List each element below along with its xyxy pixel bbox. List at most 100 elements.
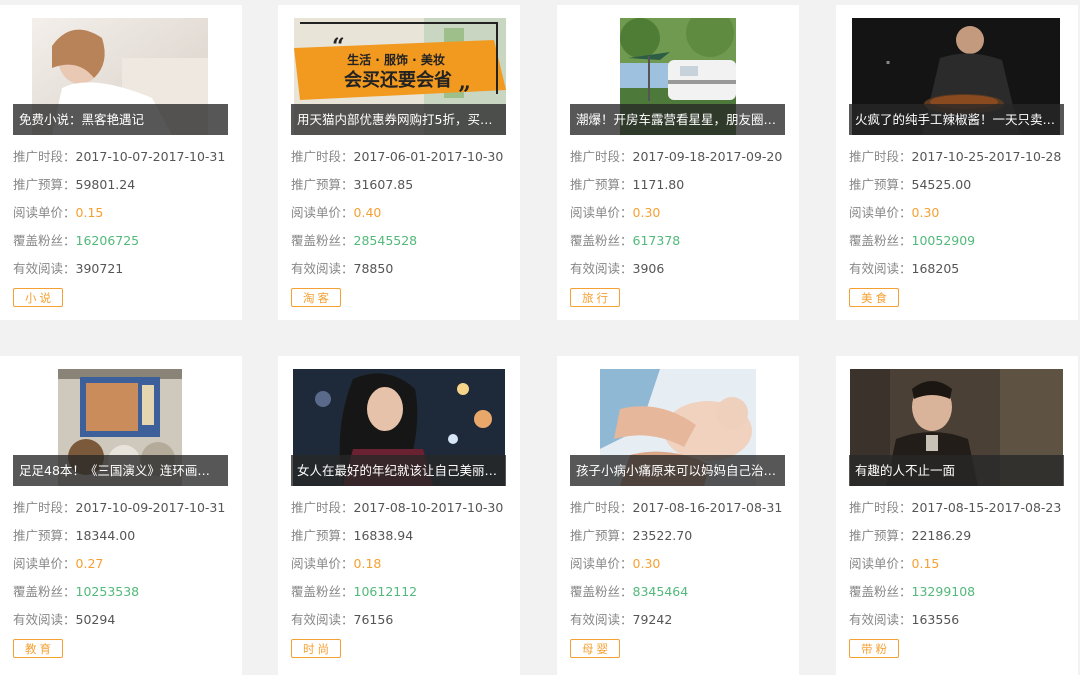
stat-label: 推广预算： <box>570 177 633 192</box>
stat-label: 覆盖粉丝： <box>570 233 633 248</box>
stat-value: 2017-10-09-2017-10-31 <box>75 500 226 515</box>
stat-value: 79242 <box>632 612 673 627</box>
card-stats: 推广时段：2017-08-10-2017-10-30 推广预算：16838.94… <box>291 494 516 634</box>
stat-value: 0.30 <box>632 205 661 220</box>
stat-label: 推广预算： <box>570 528 633 543</box>
stat-unit-price: 阅读单价：0.30 <box>570 199 795 227</box>
stat-value: 2017-10-07-2017-10-31 <box>75 149 226 164</box>
stat-reads: 有效阅读：168205 <box>849 255 1074 283</box>
stat-period: 推广时段：2017-09-18-2017-09-20 <box>570 143 795 171</box>
stat-label: 有效阅读： <box>849 612 912 627</box>
card-title[interactable]: 有趣的人不止一面 <box>849 455 1064 486</box>
stat-label: 覆盖粉丝： <box>849 233 912 248</box>
campaign-card[interactable]: ▪ 火疯了的纯手工辣椒酱！一天只卖5… 推广时段：2017-10-25-2017… <box>836 5 1078 320</box>
stat-period: 推广时段：2017-08-16-2017-08-31 <box>570 494 795 522</box>
stat-unit-price: 阅读单价：0.30 <box>849 199 1074 227</box>
stat-value: 18344.00 <box>75 528 136 543</box>
stat-value: 13299108 <box>911 584 976 599</box>
stat-budget: 推广预算：18344.00 <box>13 522 238 550</box>
stat-fans: 覆盖粉丝：10612112 <box>291 578 516 606</box>
stat-reads: 有效阅读：163556 <box>849 606 1074 634</box>
stat-reads: 有效阅读：76156 <box>291 606 516 634</box>
stat-value: 0.15 <box>911 556 940 571</box>
campaign-card[interactable]: 孩子小病小痛原来可以妈妈自己治！… 推广时段：2017-08-16-2017-0… <box>557 356 799 675</box>
card-title[interactable]: 孩子小病小痛原来可以妈妈自己治！… <box>570 455 785 486</box>
stat-value: 0.30 <box>911 205 940 220</box>
stat-value: 78850 <box>353 261 394 276</box>
stat-reads: 有效阅读：3906 <box>570 255 795 283</box>
stat-value: 54525.00 <box>911 177 972 192</box>
category-tag[interactable]: 带粉 <box>849 639 899 658</box>
campaign-card[interactable]: 有趣的人不止一面 推广时段：2017-08-15-2017-08-23 推广预算… <box>836 356 1078 675</box>
stat-label: 推广预算： <box>849 528 912 543</box>
card-stats: 推广时段：2017-08-15-2017-08-23 推广预算：22186.29… <box>849 494 1074 634</box>
card-title[interactable]: 免费小说：黑客艳遇记 <box>13 104 228 135</box>
card-stats: 推广时段：2017-10-25-2017-10-28 推广预算：54525.00… <box>849 143 1074 283</box>
stat-label: 推广时段： <box>570 149 633 164</box>
card-title[interactable]: 用天猫内部优惠券网购打5折，买越… <box>291 104 506 135</box>
stat-reads: 有效阅读：390721 <box>13 255 238 283</box>
stat-value: 28545528 <box>353 233 418 248</box>
stat-value: 10253538 <box>75 584 140 599</box>
thumbnail-text: 生活 · 服饰 · 美妆 <box>347 52 445 67</box>
campaign-card[interactable]: 免费小说：黑客艳遇记 推广时段：2017-10-07-2017-10-31 推广… <box>0 5 242 320</box>
stat-unit-price: 阅读单价：0.40 <box>291 199 516 227</box>
stat-unit-price: 阅读单价：0.27 <box>13 550 238 578</box>
stat-reads: 有效阅读：78850 <box>291 255 516 283</box>
stat-value: 10612112 <box>353 584 418 599</box>
stat-budget: 推广预算：22186.29 <box>849 522 1074 550</box>
campaign-card[interactable]: 足足48本！《三国演义》连环画，… 推广时段：2017-10-09-2017-1… <box>0 356 242 675</box>
category-tag[interactable]: 教育 <box>13 639 63 658</box>
stat-budget: 推广预算：23522.70 <box>570 522 795 550</box>
card-title[interactable]: 火疯了的纯手工辣椒酱！一天只卖5… <box>849 104 1064 135</box>
stat-value: 50294 <box>75 612 116 627</box>
stat-fans: 覆盖粉丝：10052909 <box>849 227 1074 255</box>
stat-unit-price: 阅读单价：0.15 <box>849 550 1074 578</box>
card-stats: 推广时段：2017-09-18-2017-09-20 推广预算：1171.80 … <box>570 143 795 283</box>
stat-value: 76156 <box>353 612 394 627</box>
category-tag[interactable]: 时尚 <box>291 639 341 658</box>
stat-value: 10052909 <box>911 233 976 248</box>
stat-label: 推广时段： <box>570 500 633 515</box>
stat-label: 有效阅读： <box>13 612 76 627</box>
stat-budget: 推广预算：16838.94 <box>291 522 516 550</box>
stat-label: 推广时段： <box>291 149 354 164</box>
stat-period: 推广时段：2017-10-25-2017-10-28 <box>849 143 1074 171</box>
category-tag[interactable]: 母婴 <box>570 639 620 658</box>
card-title[interactable]: 女人在最好的年纪就该让自己美丽优… <box>291 455 506 486</box>
campaign-card[interactable]: “ ” 生活 · 服饰 · 美妆 会买还要会省 用天猫内部优惠券网购打5折，买越… <box>278 5 520 320</box>
svg-text:“: “ <box>332 34 345 60</box>
stat-label: 有效阅读： <box>13 261 76 276</box>
stat-period: 推广时段：2017-10-09-2017-10-31 <box>13 494 238 522</box>
stat-label: 阅读单价： <box>570 205 633 220</box>
stat-budget: 推广预算：1171.80 <box>570 171 795 199</box>
category-tag[interactable]: 淘客 <box>291 288 341 307</box>
stat-label: 推广时段： <box>13 149 76 164</box>
campaign-card[interactable]: 潮爆！开房车露营看星星，朋友圈里… 推广时段：2017-09-18-2017-0… <box>557 5 799 320</box>
category-tag[interactable]: 美食 <box>849 288 899 307</box>
stat-label: 推广预算： <box>13 528 76 543</box>
stat-label: 推广预算： <box>13 177 76 192</box>
stat-value: 1171.80 <box>632 177 685 192</box>
card-title[interactable]: 潮爆！开房车露营看星星，朋友圈里… <box>570 104 785 135</box>
stat-label: 推广预算： <box>849 177 912 192</box>
stat-value: 617378 <box>632 233 681 248</box>
stat-label: 有效阅读： <box>291 261 354 276</box>
stat-value: 2017-06-01-2017-10-30 <box>353 149 504 164</box>
card-stats: 推广时段：2017-10-07-2017-10-31 推广预算：59801.24… <box>13 143 238 283</box>
stat-fans: 覆盖粉丝：617378 <box>570 227 795 255</box>
stat-fans: 覆盖粉丝：10253538 <box>13 578 238 606</box>
stat-label: 有效阅读： <box>570 612 633 627</box>
card-title[interactable]: 足足48本！《三国演义》连环画，… <box>13 455 228 486</box>
stat-value: 16838.94 <box>353 528 414 543</box>
stat-fans: 覆盖粉丝：13299108 <box>849 578 1074 606</box>
stat-budget: 推广预算：31607.85 <box>291 171 516 199</box>
stat-fans: 覆盖粉丝：8345464 <box>570 578 795 606</box>
stat-label: 有效阅读： <box>849 261 912 276</box>
stat-value: 2017-08-16-2017-08-31 <box>632 500 783 515</box>
category-tag[interactable]: 小说 <box>13 288 63 307</box>
category-tag[interactable]: 旅行 <box>570 288 620 307</box>
stat-fans: 覆盖粉丝：16206725 <box>13 227 238 255</box>
stat-value: 16206725 <box>75 233 140 248</box>
campaign-card[interactable]: 女人在最好的年纪就该让自己美丽优… 推广时段：2017-08-10-2017-1… <box>278 356 520 675</box>
